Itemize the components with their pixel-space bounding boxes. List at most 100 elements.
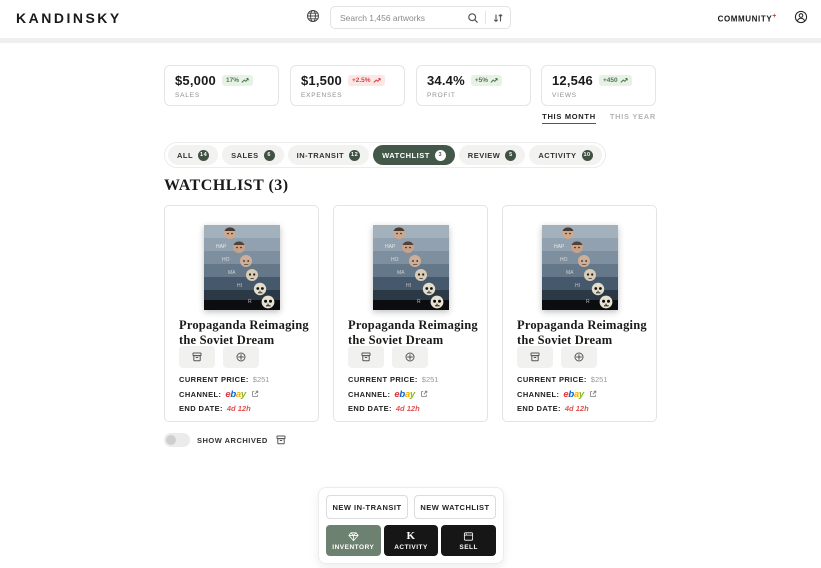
archive-button[interactable]	[179, 346, 215, 368]
filter-pill-in-transit[interactable]: IN-TRANSIT 12	[288, 145, 370, 165]
filter-pill-review[interactable]: REVIEW 5	[459, 145, 526, 165]
stat-value: $5,000	[175, 73, 216, 88]
trend-up-icon	[373, 77, 381, 84]
price-label: CURRENT PRICE:	[348, 375, 418, 384]
pill-label: IN-TRANSIT	[297, 151, 345, 160]
kandinsky-k-icon: K	[406, 531, 415, 542]
section-title: WATCHLIST (3)	[164, 177, 289, 195]
pill-count-badge: 3	[435, 150, 446, 161]
pill-count-badge: 6	[264, 150, 275, 161]
storefront-window-icon	[463, 531, 474, 542]
account-icon[interactable]	[794, 10, 809, 25]
artwork-title: Propaganda Reimaging the Soviet Dream	[348, 318, 480, 348]
filter-bar: ALL 14 SALES 6 IN-TRANSIT 12 WATCHLIST 3…	[164, 142, 606, 168]
gem-icon	[348, 531, 359, 542]
nav-activity-button[interactable]: K ACTIVITY	[384, 525, 439, 556]
stat-label: VIEWS	[552, 92, 645, 99]
price-label: CURRENT PRICE:	[517, 375, 587, 384]
tab-this-year[interactable]: THIS YEAR	[610, 112, 656, 124]
ebay-logo[interactable]: ebay	[225, 389, 245, 400]
nav-inventory-button[interactable]: INVENTORY	[326, 525, 381, 556]
svg-text:HO: HO	[560, 257, 568, 263]
nav-label: ACTIVITY	[394, 544, 428, 551]
pill-label: REVIEW	[468, 151, 501, 160]
external-link-icon[interactable]	[589, 390, 597, 398]
sort-icon[interactable]	[492, 12, 504, 24]
search-box	[330, 6, 511, 29]
show-archived-label: SHOW ARCHIVED	[197, 436, 268, 445]
new-watchlist-button[interactable]: NEW WATCHLIST	[414, 495, 496, 519]
stat-value: $1,500	[301, 73, 342, 88]
track-target-button[interactable]	[561, 346, 597, 368]
svg-text:R: R	[248, 299, 252, 305]
svg-text:HO: HO	[222, 257, 230, 263]
ebay-logo[interactable]: ebay	[394, 389, 414, 400]
svg-text:MA: MA	[228, 270, 236, 276]
artwork-title: Propaganda Reimaging the Soviet Dream	[179, 318, 311, 348]
ebay-logo[interactable]: ebay	[563, 389, 583, 400]
svg-text:HI: HI	[237, 283, 242, 289]
action-bar: NEW IN-TRANSIT NEW WATCHLIST INVENTORY K…	[318, 487, 504, 564]
stat-card-sales: $5,000 17% SALES	[164, 65, 279, 106]
pill-label: WATCHLIST	[382, 151, 430, 160]
external-link-icon[interactable]	[420, 390, 428, 398]
pill-count-badge: 10	[582, 150, 593, 161]
track-target-button[interactable]	[223, 346, 259, 368]
price-label: CURRENT PRICE:	[179, 375, 249, 384]
pill-count-badge: 5	[505, 150, 516, 161]
filter-pill-sales[interactable]: SALES 6	[222, 145, 284, 165]
svg-text:MA: MA	[566, 270, 574, 276]
filter-pill-all[interactable]: ALL 14	[168, 145, 218, 165]
community-label: COMMUNITY	[718, 15, 773, 24]
stat-delta: +5%	[475, 77, 488, 84]
nav-label: INVENTORY	[332, 544, 374, 551]
trend-up-icon	[620, 77, 628, 84]
filter-pill-watchlist[interactable]: WATCHLIST 3	[373, 145, 455, 165]
stat-card-profit: 34.4% +5% PROFIT	[416, 65, 531, 106]
language-globe-icon[interactable]	[306, 9, 322, 25]
search-icon[interactable]	[467, 12, 479, 24]
channel-label: CHANNEL:	[517, 390, 559, 399]
stat-label: PROFIT	[427, 92, 520, 99]
end-date-label: END DATE:	[179, 404, 223, 413]
show-archived-row: SHOW ARCHIVED	[164, 433, 287, 447]
new-in-transit-button[interactable]: NEW IN-TRANSIT	[326, 495, 408, 519]
archive-button[interactable]	[517, 346, 553, 368]
search-input[interactable]	[340, 13, 467, 23]
trend-up-icon	[241, 77, 249, 84]
svg-text:HAP: HAP	[554, 244, 565, 250]
end-date-label: END DATE:	[517, 404, 561, 413]
pill-count-badge: 12	[349, 150, 360, 161]
archive-icon	[275, 434, 287, 446]
watchlist-card[interactable]: HAP HO MA HI R Propaganda Reimaging the …	[502, 205, 657, 422]
price-value: $251	[422, 375, 439, 384]
watchlist-card[interactable]: HAP HO MA HI R Propaganda Reimaging the …	[333, 205, 488, 422]
show-archived-toggle[interactable]	[164, 433, 190, 447]
pill-label: ALL	[177, 151, 193, 160]
track-target-button[interactable]	[392, 346, 428, 368]
svg-text:HI: HI	[575, 283, 580, 289]
end-date-label: END DATE:	[348, 404, 392, 413]
stat-delta: 17%	[226, 77, 239, 84]
stat-card-views: 12,546 +450 VIEWS	[541, 65, 656, 106]
stat-value: 12,546	[552, 73, 593, 88]
archive-button[interactable]	[348, 346, 384, 368]
svg-text:R: R	[417, 299, 421, 305]
community-link[interactable]: COMMUNITY+	[718, 13, 777, 24]
top-header: KANDINSKY COMMUNITY+	[0, 0, 821, 36]
svg-text:HI: HI	[406, 283, 411, 289]
artwork-image: HAP HO MA HI R	[204, 225, 280, 310]
brand-logo[interactable]: KANDINSKY	[16, 10, 122, 26]
pill-label: SALES	[231, 151, 259, 160]
external-link-icon[interactable]	[251, 390, 259, 398]
filter-pill-activity[interactable]: ACTIVITY 10	[529, 145, 601, 165]
nav-sell-button[interactable]: SELL	[441, 525, 496, 556]
artwork-title: Propaganda Reimaging the Soviet Dream	[517, 318, 649, 348]
trend-up-icon	[490, 77, 498, 84]
svg-text:HAP: HAP	[385, 244, 396, 250]
tab-this-month[interactable]: THIS MONTH	[542, 112, 596, 124]
watchlist-card[interactable]: HAP HO MA HI R Propaganda Reimaging the …	[164, 205, 319, 422]
channel-label: CHANNEL:	[179, 390, 221, 399]
artwork-image: HAP HO MA HI R	[373, 225, 449, 310]
svg-text:R: R	[586, 299, 590, 305]
